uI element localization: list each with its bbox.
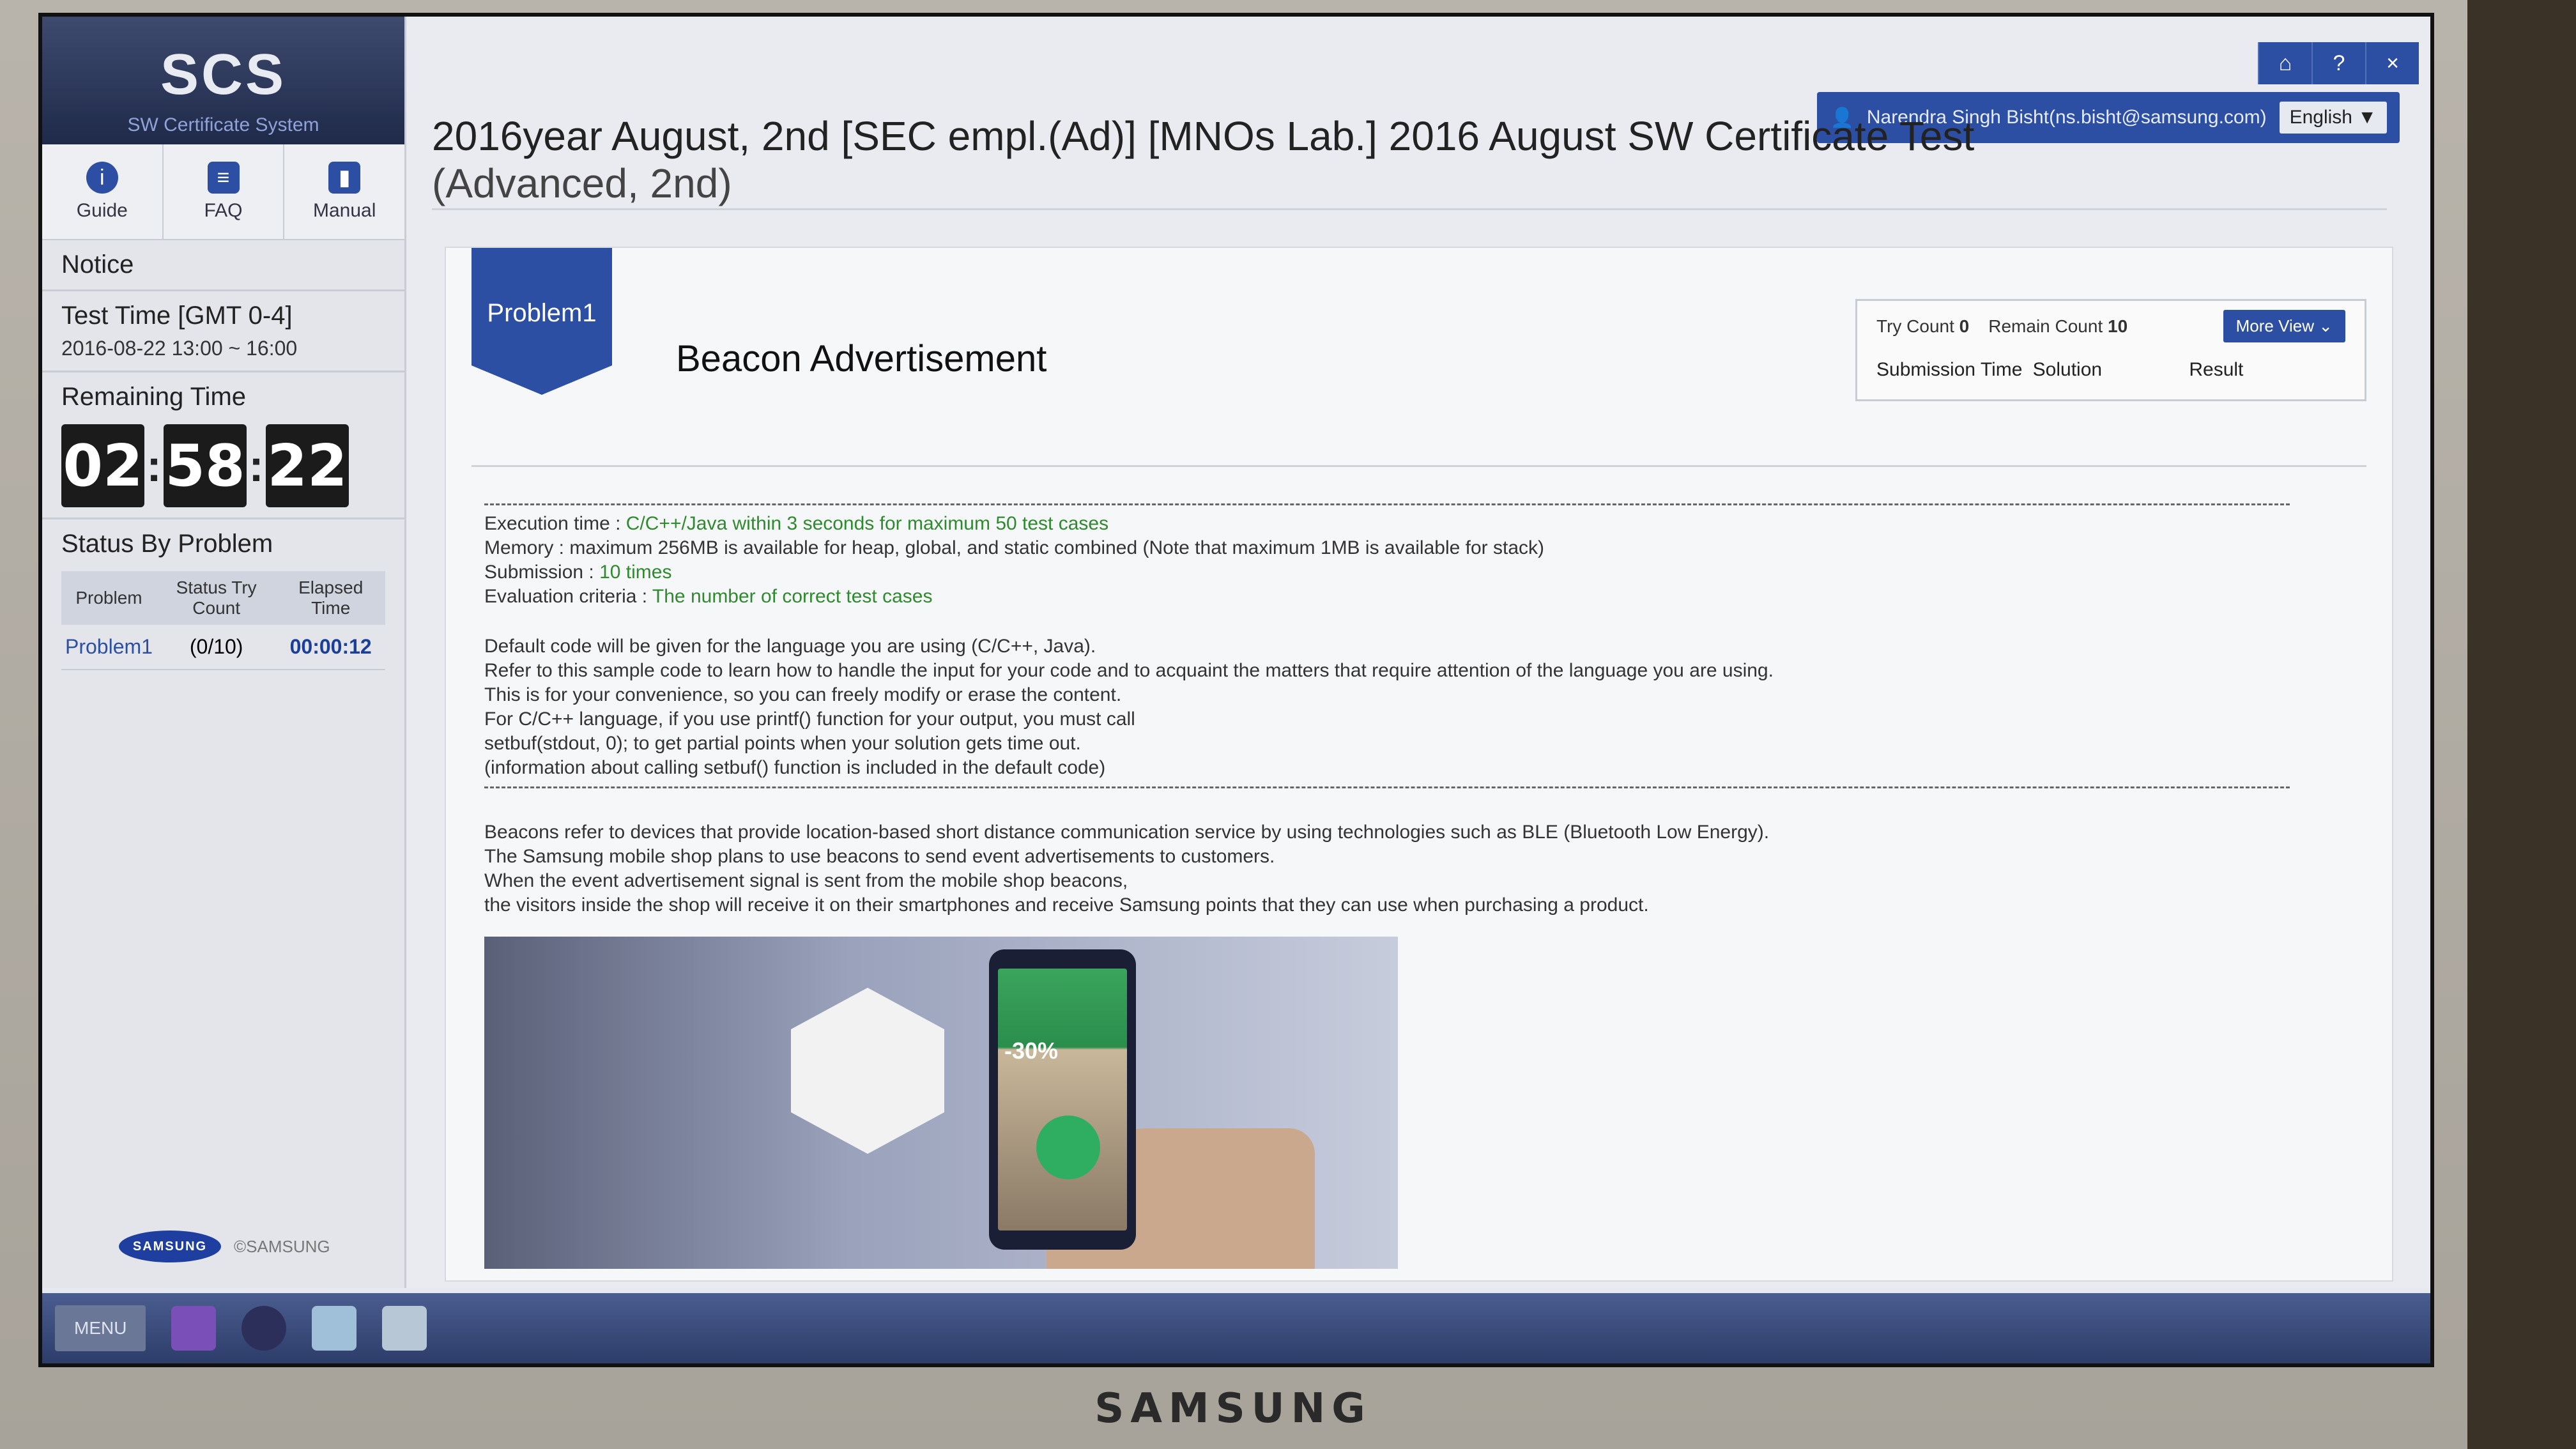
samsung-logo: SAMSUNG	[119, 1230, 221, 1262]
col-problem: Problem	[61, 571, 157, 625]
problem-title: Beacon Advertisement	[676, 338, 1047, 379]
test-time-label: Test Time [GMT 0-4]	[61, 302, 293, 330]
logo-subtitle: SW Certificate System	[127, 114, 319, 135]
screen: SCS SW Certificate System i Guide ≡ FAQ …	[38, 13, 2434, 1367]
sidebar: SCS SW Certificate System i Guide ≡ FAQ …	[42, 17, 406, 1288]
phone-image: -30%	[989, 949, 1136, 1250]
taskbar: MENU	[42, 1293, 2430, 1363]
timer-colon: :	[249, 441, 264, 491]
phone-screen: -30%	[998, 969, 1127, 1230]
exec-time-line: Execution time : C/C++/Java within 3 sec…	[484, 513, 1109, 534]
timer-colon: :	[146, 441, 162, 491]
col-status: Status Try Count	[156, 571, 277, 625]
test-time-value: 2016-08-22 13:00 ~ 16:00	[61, 337, 298, 360]
language-select[interactable]: English ▼	[2279, 102, 2387, 134]
remain-count: Remain Count 10	[1988, 316, 2128, 336]
close-button[interactable]: ×	[2365, 42, 2419, 84]
faq-button[interactable]: ≡ FAQ	[164, 144, 285, 239]
scs-logo: SCS SW Certificate System	[42, 17, 404, 144]
beacon-device-image	[791, 988, 944, 1154]
eclipse-icon[interactable]	[241, 1306, 287, 1351]
status-section: Status By Problem Problem Status Try Cou…	[42, 519, 404, 680]
dashed-rule	[484, 786, 2290, 788]
beacon-illustration: -30%	[484, 937, 1398, 1269]
default-code-text: setbuf(stdout, 0); to get partial points…	[484, 733, 1081, 754]
dashed-rule	[484, 503, 2290, 505]
page-title-paren: (Advanced, 2nd)	[432, 160, 732, 206]
table-row: Problem1 (0/10) 00:00:12	[61, 625, 385, 670]
remaining-time-section: Remaining Time 02 : 58 : 22	[42, 372, 404, 519]
col-result: Result	[2189, 359, 2244, 380]
guide-label: Guide	[76, 200, 128, 221]
card-divider	[471, 465, 2366, 467]
main-content: ⌂ ? × 👤 Narendra Singh Bisht(ns.bisht@sa…	[406, 17, 2430, 1288]
book-icon: ▮	[328, 162, 361, 194]
memory-line: Memory : maximum 256MB is available for …	[484, 537, 1545, 558]
default-code-text: Refer to this sample code to learn how t…	[484, 660, 1774, 681]
info-icon: i	[86, 162, 118, 194]
try-count-cell: (0/10)	[156, 625, 277, 670]
description-text: the visitors inside the shop will receiv…	[484, 894, 1649, 916]
problem-body: Execution time : C/C++/Java within 3 sec…	[484, 497, 2290, 1269]
try-count: Try Count 0	[1876, 316, 1970, 336]
copyright: ©SAMSUNG	[234, 1236, 330, 1256]
default-code-text: (information about calling setbuf() func…	[484, 757, 1106, 778]
remaining-time-label: Remaining Time	[61, 383, 247, 411]
description-text: Beacons refer to devices that provide lo…	[484, 822, 1770, 843]
status-table: Problem Status Try Count Elapsed Time Pr…	[61, 571, 385, 670]
submission-box: Try Count 0 Remain Count 10 More View ⌄ …	[1855, 299, 2366, 401]
monitor-brand: SAMSUNG	[1094, 1385, 1372, 1432]
visual-studio-icon[interactable]	[171, 1306, 217, 1351]
elapsed-cell: 00:00:12	[276, 625, 385, 670]
submission-line: Submission : 10 times	[484, 562, 672, 583]
col-submission-time: Submission Time	[1876, 359, 2023, 380]
faq-label: FAQ	[204, 200, 243, 221]
default-code-text: For C/C++ language, if you use printf() …	[484, 709, 1135, 730]
home-button[interactable]: ⌂	[2258, 42, 2312, 84]
description-text: The Samsung mobile shop plans to use bea…	[484, 846, 1275, 867]
quick-links: i Guide ≡ FAQ ▮ Manual	[42, 144, 404, 240]
desk-background	[2467, 0, 2576, 1449]
manual-button[interactable]: ▮ Manual	[284, 144, 404, 239]
sidebar-footer: SAMSUNG ©SAMSUNG	[119, 1230, 330, 1262]
title-divider	[432, 208, 2387, 210]
problem-ribbon: Problem1	[471, 248, 612, 395]
countdown-timer: 02 : 58 : 22	[61, 424, 385, 507]
qr-icon	[1036, 1116, 1100, 1179]
editor-icon[interactable]	[312, 1306, 357, 1351]
default-code-text: This is for your convenience, so you can…	[484, 684, 1122, 705]
col-elapsed: Elapsed Time	[276, 571, 385, 625]
problem-card: Problem1 Beacon Advertisement Try Count …	[445, 247, 2393, 1282]
page-title: 2016year August, 2nd [SEC empl.(Ad)] [MN…	[432, 112, 2157, 207]
default-code-text: Default code will be given for the langu…	[484, 636, 1096, 657]
more-view-button[interactable]: More View ⌄	[2223, 310, 2345, 342]
status-label: Status By Problem	[61, 530, 273, 558]
menu-button[interactable]: MENU	[55, 1305, 146, 1351]
description-text: When the event advertisement signal is s…	[484, 870, 1128, 891]
timer-hours: 02	[61, 424, 144, 507]
discount-label: -30%	[1004, 1038, 1059, 1064]
logo-title: SCS	[160, 43, 287, 107]
guide-button[interactable]: i Guide	[42, 144, 164, 239]
faq-icon: ≡	[207, 162, 240, 194]
problem-link[interactable]: Problem1	[61, 625, 157, 670]
page-title-main: 2016year August, 2nd [SEC empl.(Ad)] [MN…	[432, 113, 1975, 159]
manual-label: Manual	[312, 200, 376, 221]
calculator-icon[interactable]	[382, 1306, 427, 1351]
notice-link[interactable]: Notice	[42, 240, 404, 291]
timer-minutes: 58	[164, 424, 247, 507]
timer-seconds: 22	[266, 424, 349, 507]
help-button[interactable]: ?	[2312, 42, 2365, 84]
col-solution: Solution	[2032, 359, 2103, 380]
eval-line: Evaluation criteria : The number of corr…	[484, 586, 933, 607]
test-time-section: Test Time [GMT 0-4] 2016-08-22 13:00 ~ 1…	[42, 291, 404, 372]
notice-label: Notice	[61, 250, 134, 279]
window-controls: ⌂ ? ×	[2258, 42, 2419, 84]
